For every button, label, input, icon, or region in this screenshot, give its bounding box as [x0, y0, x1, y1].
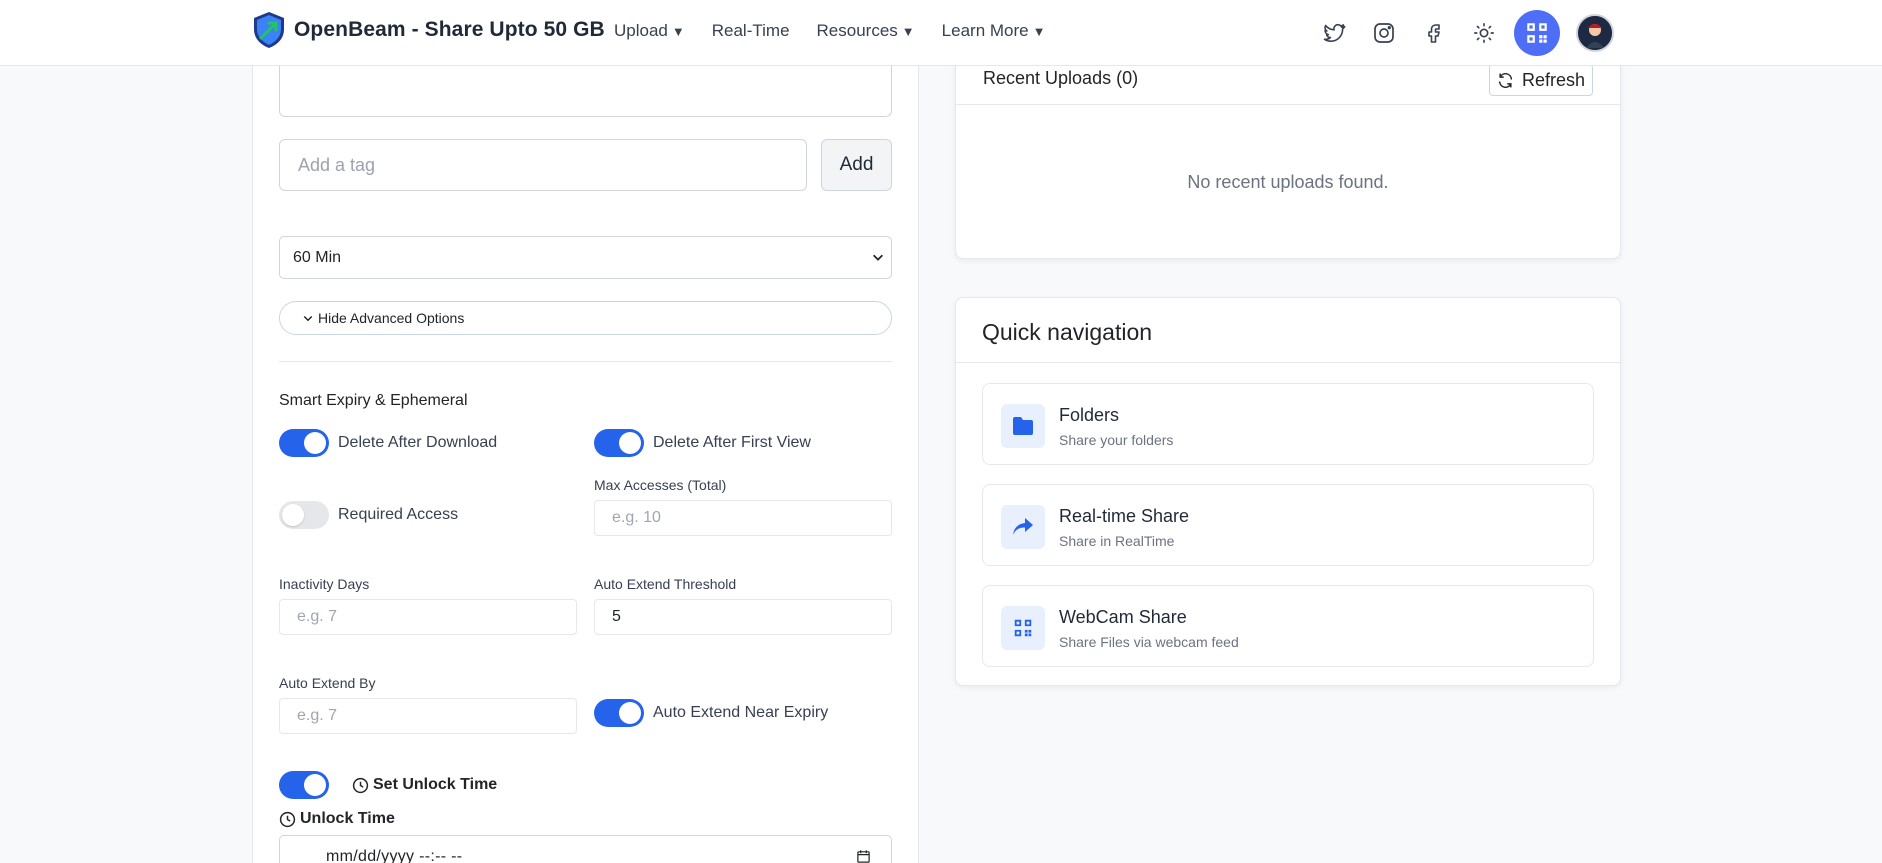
auto-extend-near-expiry-toggle[interactable]: [594, 699, 644, 727]
qr-code-icon: [1527, 23, 1547, 43]
quick-nav-webcam-share[interactable]: WebCam Share Share Files via webcam feed: [982, 585, 1594, 667]
delete-after-first-view-toggle[interactable]: [594, 429, 644, 457]
max-accesses-input[interactable]: [594, 500, 892, 536]
sun-icon[interactable]: [1470, 19, 1498, 47]
empty-message: No recent uploads found.: [1187, 172, 1389, 192]
nav-upload-label: Upload: [614, 21, 668, 40]
inactivity-days-input[interactable]: [279, 599, 577, 635]
required-access-label: Required Access: [338, 506, 459, 523]
nav-resources[interactable]: Resources ▼: [817, 21, 915, 41]
nav-resources-label: Resources: [816, 21, 898, 40]
top-navbar: OpenBeam - Share Upto 50 GB Upload ▼ Real…: [0, 0, 1882, 66]
shield-logo-icon: [254, 12, 284, 48]
clock-icon: [352, 777, 369, 793]
recent-uploads-card: Recent Uploads (0) Refresh No recent upl…: [955, 60, 1621, 259]
facebook-icon[interactable]: [1420, 19, 1448, 47]
brand[interactable]: OpenBeam - Share Upto 50 GB: [252, 11, 605, 49]
chevron-down-icon: [303, 315, 313, 322]
instagram-icon[interactable]: [1370, 19, 1398, 47]
set-unlock-time: Set Unlock Time: [352, 776, 497, 794]
nav-real-time-label: Real-Time: [711, 21, 790, 40]
calendar-icon[interactable]: [856, 849, 871, 863]
unlock-time-label: Unlock Time: [300, 810, 395, 827]
qr-code-button[interactable]: [1514, 10, 1560, 56]
chevron-down-icon: [873, 254, 883, 261]
caret-down-icon: ▼: [1032, 23, 1046, 39]
required-access-toggle[interactable]: [279, 501, 329, 529]
quick-navigation-header: Quick navigation: [956, 298, 1620, 363]
set-unlock-time-label: Set Unlock Time: [373, 776, 498, 793]
unlock-time-heading: Unlock Time: [279, 810, 395, 828]
set-unlock-time-toggle[interactable]: [279, 771, 329, 799]
auto-extend-by-label: Auto Extend By: [279, 675, 376, 691]
quick-nav-name: WebCam Share: [1059, 607, 1187, 627]
refresh-button[interactable]: Refresh: [1488, 64, 1593, 96]
expiry-select[interactable]: 60 Min: [279, 236, 892, 279]
refresh-icon: [1498, 72, 1513, 88]
quick-nav-name: Folders: [1059, 405, 1120, 425]
quick-nav-real-time-share[interactable]: Real-time Share Share in RealTime: [982, 484, 1594, 566]
recent-uploads-header: Recent Uploads (0) Refresh: [956, 60, 1620, 105]
quick-nav-desc: Share Files via webcam feed: [1059, 634, 1239, 650]
avatar[interactable]: [1576, 14, 1614, 52]
caret-down-icon: ▼: [671, 23, 685, 39]
quick-nav-folders[interactable]: Folders Share your folders: [982, 383, 1594, 465]
quick-navigation-title: Quick navigation: [982, 319, 1153, 345]
nav-icons: [1320, 10, 1614, 56]
delete-after-download-label: Delete After Download: [338, 434, 498, 451]
auto-extend-by-input[interactable]: [279, 698, 577, 734]
share-arrow-icon: [1001, 505, 1045, 549]
qr-code-icon: [1001, 606, 1045, 650]
twitter-icon[interactable]: [1320, 19, 1348, 47]
delete-after-first-view-label: Delete After First View: [653, 434, 811, 451]
divider: [279, 361, 892, 362]
description-textarea[interactable]: [279, 60, 892, 117]
quick-nav-desc: Share your folders: [1059, 432, 1174, 448]
nav-learn-more-label: Learn More: [941, 21, 1029, 40]
hide-advanced-options-button[interactable]: Hide Advanced Options: [279, 301, 892, 335]
folder-icon: [1001, 404, 1045, 448]
quick-nav-name: Real-time Share: [1059, 506, 1190, 526]
nav-learn-more[interactable]: Learn More ▼: [942, 21, 1046, 41]
tag-input[interactable]: [279, 139, 807, 191]
clock-icon: [279, 811, 296, 827]
nav-upload[interactable]: Upload ▼: [614, 21, 685, 41]
brand-title: OpenBeam - Share Upto 50 GB: [294, 18, 605, 41]
quick-navigation-card: Quick navigation Folders Share your fold…: [955, 297, 1621, 686]
unlock-time-placeholder: mm/dd/yyyy --:-- --: [326, 848, 463, 863]
expiry-select-value: 60 Min: [293, 248, 342, 266]
caret-down-icon: ▼: [901, 23, 915, 39]
nav-real-time[interactable]: Real-Time: [712, 21, 790, 41]
inactivity-days-label: Inactivity Days: [279, 576, 370, 592]
auto-extend-threshold-label: Auto Extend Threshold: [594, 576, 737, 592]
delete-after-download-toggle[interactable]: [279, 429, 329, 457]
nav-links: Upload ▼ Real-Time Resources ▼ Learn More ▼: [614, 21, 1072, 41]
add-tag-button[interactable]: Add: [821, 139, 892, 191]
recent-uploads-title: Recent Uploads (0): [983, 68, 1139, 88]
section-title: Smart Expiry & Ephemeral: [279, 392, 468, 409]
max-accesses-label: Max Accesses (Total): [594, 477, 727, 493]
auto-extend-near-expiry-label: Auto Extend Near Expiry: [653, 704, 829, 721]
advanced-options-label: Hide Advanced Options: [318, 310, 465, 326]
quick-nav-desc: Share in RealTime: [1059, 533, 1175, 549]
refresh-label: Refresh: [1521, 69, 1585, 90]
unlock-time-input[interactable]: mm/dd/yyyy --:-- --: [279, 835, 892, 863]
auto-extend-threshold-input[interactable]: [594, 599, 892, 635]
